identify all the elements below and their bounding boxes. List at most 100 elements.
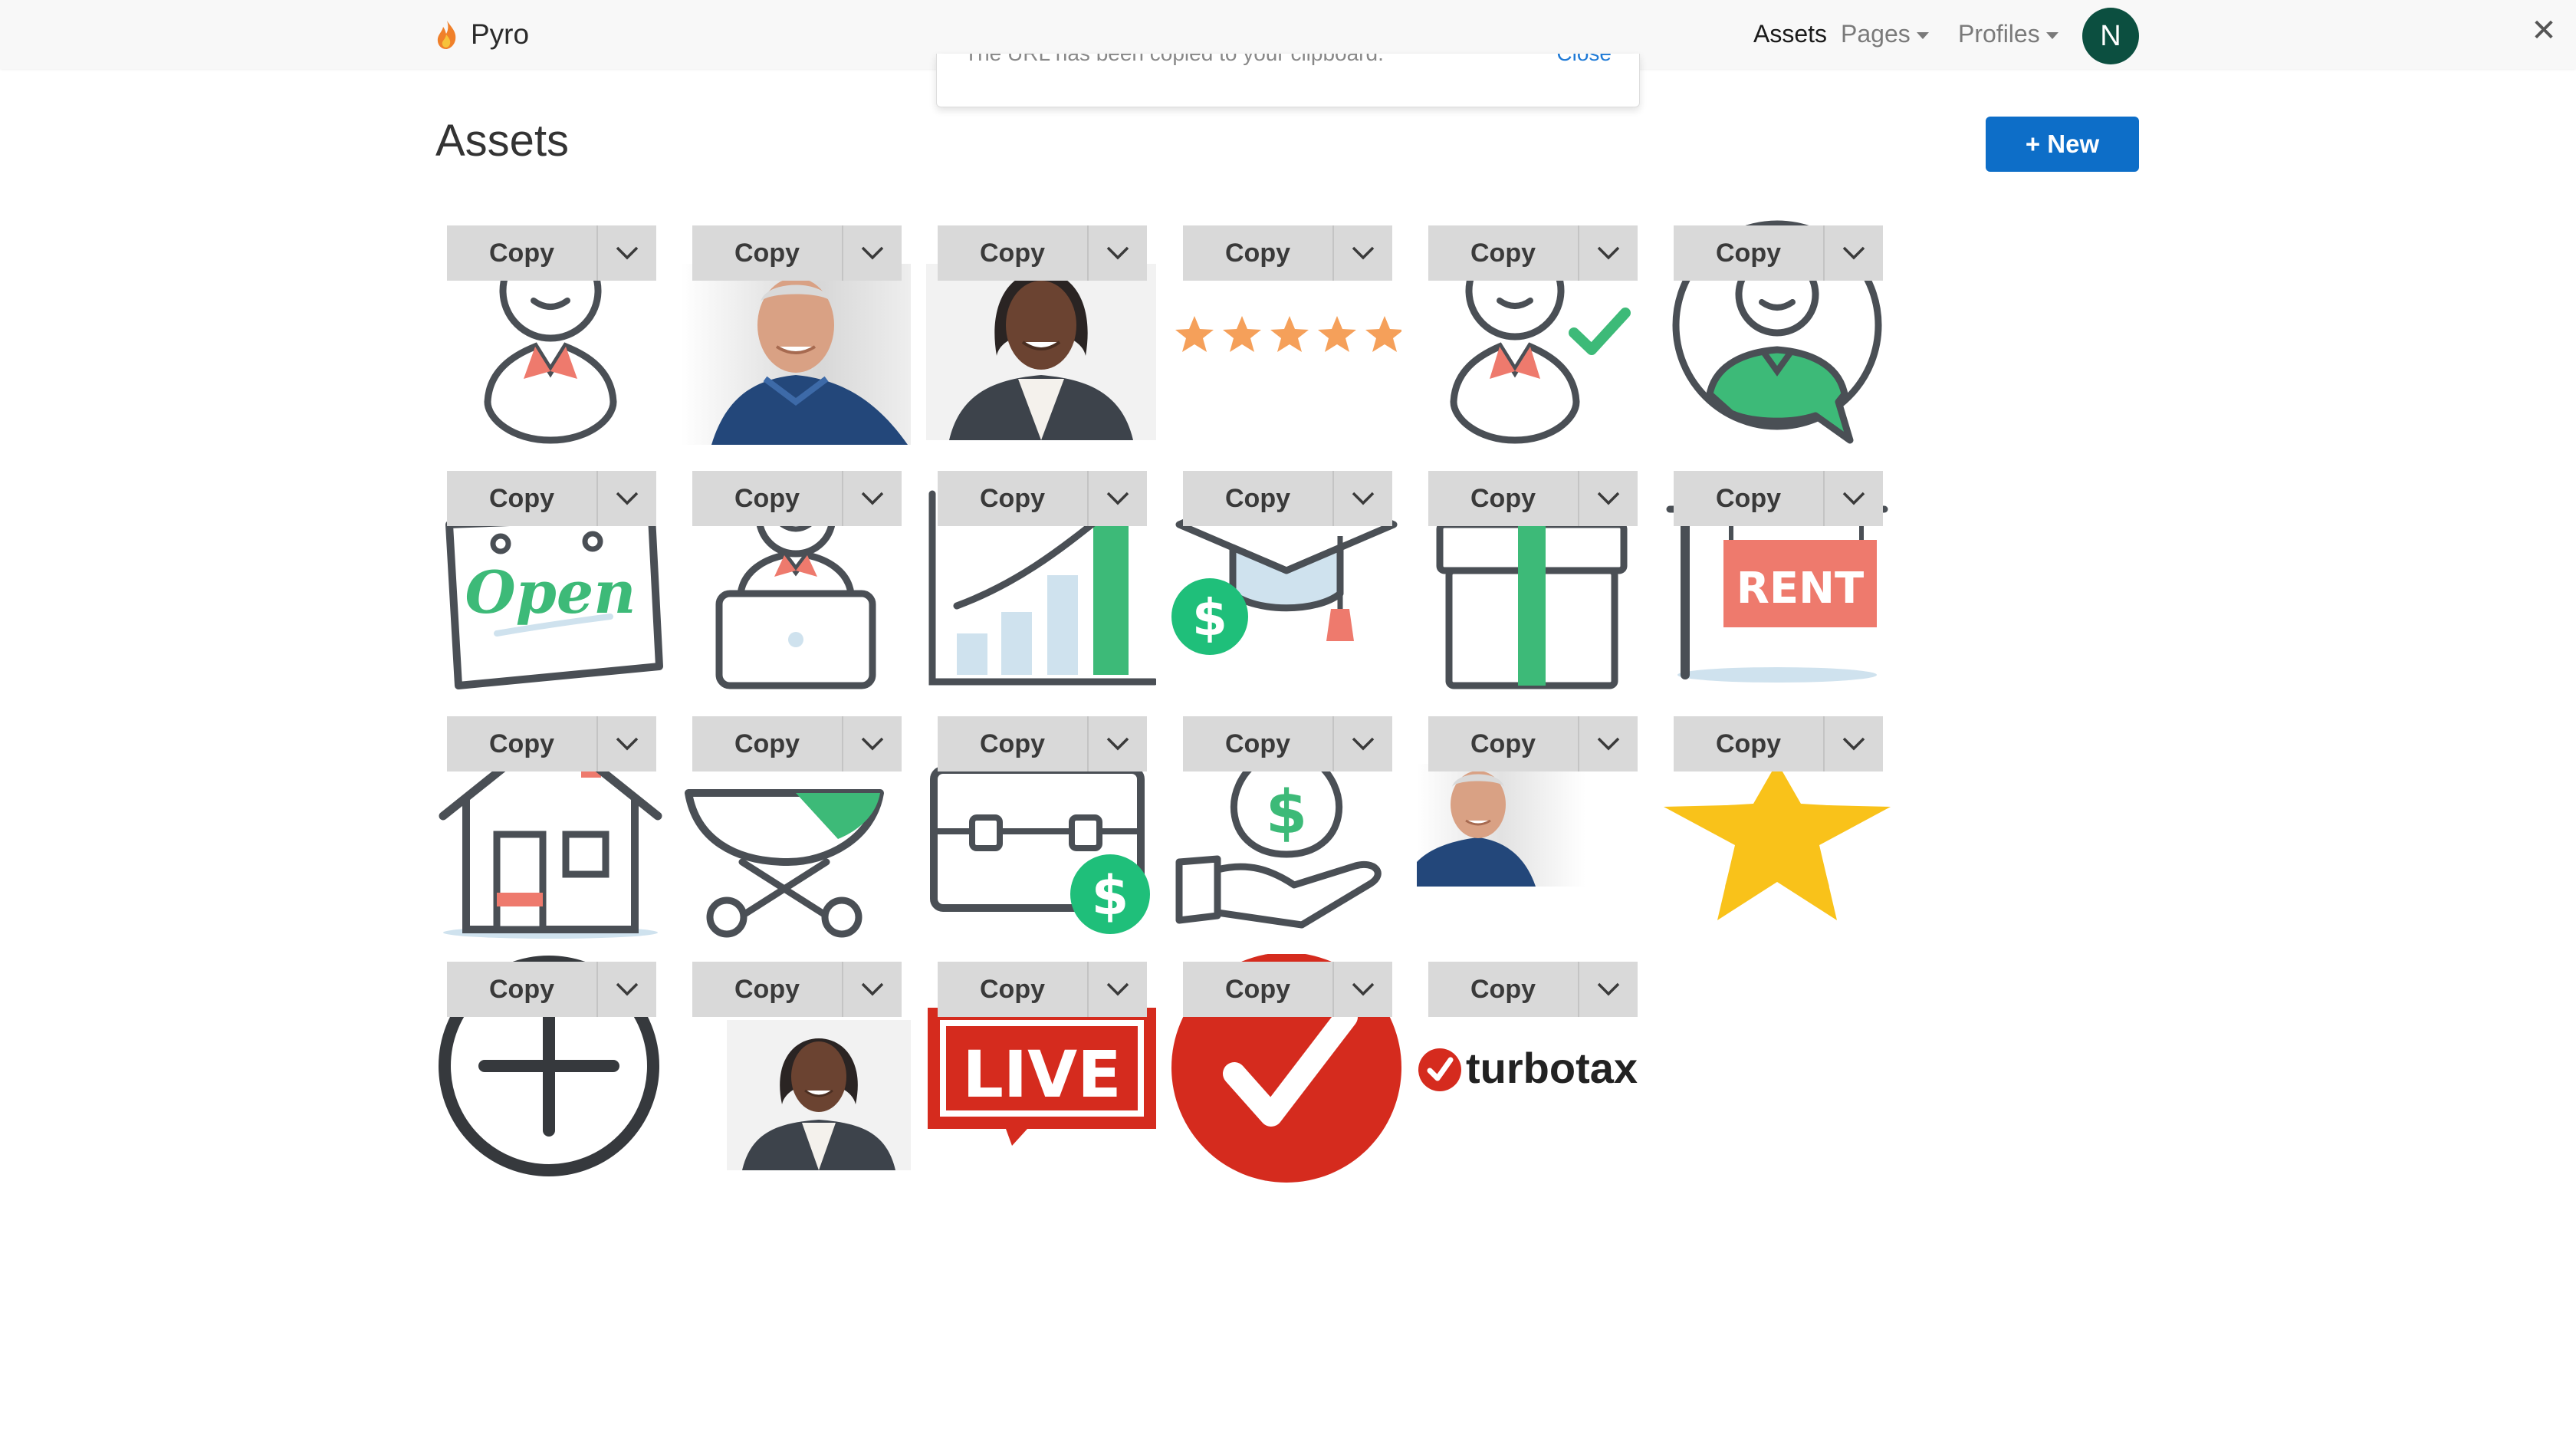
asset-tile[interactable]: Copy [435, 218, 665, 448]
brand-name: Pyro [471, 18, 530, 50]
copy-button[interactable]: Copy [1674, 716, 1825, 771]
asset-tile[interactable]: Copy [926, 463, 1156, 693]
nav-dropdown-pages[interactable]: Pages [1841, 17, 1929, 51]
asset-tile[interactable]: Open Copy [435, 463, 665, 693]
copy-button[interactable]: Copy [1428, 471, 1579, 526]
copy-button[interactable]: Copy [938, 471, 1089, 526]
svg-text:RENT: RENT [1737, 564, 1864, 614]
copy-button[interactable]: Copy [1428, 962, 1579, 1017]
dropdown-toggle[interactable] [1579, 225, 1638, 281]
asset-tile[interactable]: Copy [1662, 218, 1892, 448]
copy-button[interactable]: Copy [447, 716, 598, 771]
copy-button-group: Copy [1183, 716, 1392, 771]
copy-button[interactable]: Copy [938, 962, 1089, 1017]
svg-text:$: $ [1266, 778, 1307, 847]
dropdown-toggle[interactable] [1089, 962, 1147, 1017]
copy-button[interactable]: Copy [1183, 471, 1334, 526]
dropdown-toggle[interactable] [1334, 962, 1392, 1017]
chevron-down-icon [1597, 737, 1620, 751]
asset-tile[interactable]: Copy [681, 463, 911, 693]
asset-tile[interactable]: $ Copy [926, 709, 1156, 939]
asset-tile[interactable]: Copy [1417, 218, 1647, 448]
copy-button[interactable]: Copy [692, 716, 843, 771]
copy-button[interactable]: Copy [1183, 225, 1334, 281]
toast-message: The URL has been copied to your clipboar… [964, 54, 1384, 64]
copy-button[interactable]: Copy [938, 225, 1089, 281]
chevron-down-icon [1352, 737, 1375, 751]
dropdown-toggle[interactable] [1825, 225, 1883, 281]
asset-tile[interactable]: RENT Copy [1662, 463, 1892, 693]
asset-tile[interactable]: LIVE Copy [926, 954, 1156, 1184]
asset-tile[interactable]: Copy [681, 954, 911, 1184]
copy-button-group: Copy [1674, 716, 1883, 771]
close-icon[interactable]: ✕ [2530, 15, 2558, 46]
asset-tile[interactable]: Copy [1171, 954, 1401, 1184]
dropdown-toggle[interactable] [1334, 716, 1392, 771]
copy-button-group: Copy [447, 962, 656, 1017]
asset-tile[interactable]: Copy [1417, 463, 1647, 693]
copy-button-group: Copy [447, 716, 656, 771]
dropdown-toggle[interactable] [1579, 716, 1638, 771]
caret-down-icon [2045, 32, 2058, 40]
asset-tile[interactable]: Copy [926, 218, 1156, 448]
dropdown-toggle[interactable] [1825, 471, 1883, 526]
chevron-down-icon [616, 982, 639, 996]
copy-button[interactable]: Copy [447, 471, 598, 526]
copy-button[interactable]: Copy [1674, 471, 1825, 526]
copy-button[interactable]: Copy [938, 716, 1089, 771]
copy-button[interactable]: Copy [692, 962, 843, 1017]
copy-button[interactable]: Copy [692, 471, 843, 526]
asset-tile[interactable]: Copy [1662, 709, 1892, 939]
copy-button-group: Copy [1183, 225, 1392, 281]
copy-button-group: Copy [447, 225, 656, 281]
asset-tile[interactable]: $ Copy [1171, 709, 1401, 939]
copy-button[interactable]: Copy [447, 962, 598, 1017]
user-avatar[interactable]: N [2082, 8, 2139, 64]
copy-button-group: Copy [692, 962, 902, 1017]
asset-tile[interactable]: Copy [1417, 709, 1647, 939]
dropdown-toggle[interactable] [843, 716, 902, 771]
copy-button[interactable]: Copy [1674, 225, 1825, 281]
dropdown-toggle[interactable] [1579, 962, 1638, 1017]
copy-button[interactable]: Copy [447, 225, 598, 281]
copy-button[interactable]: Copy [1428, 225, 1579, 281]
dropdown-toggle[interactable] [1579, 471, 1638, 526]
dropdown-toggle[interactable] [598, 225, 656, 281]
dropdown-toggle[interactable] [598, 471, 656, 526]
copy-button-group: Copy [1428, 471, 1638, 526]
brand-link[interactable]: Pyro [435, 15, 529, 54]
new-asset-button[interactable]: + New [1986, 117, 2139, 172]
flame-icon [437, 21, 456, 49]
dropdown-toggle[interactable] [598, 962, 656, 1017]
dropdown-toggle[interactable] [1089, 716, 1147, 771]
copy-button[interactable]: Copy [692, 225, 843, 281]
dropdown-toggle[interactable] [1089, 225, 1147, 281]
chevron-down-icon [1106, 737, 1129, 751]
asset-tile[interactable]: $ Copy [1171, 463, 1401, 693]
dropdown-toggle[interactable] [598, 716, 656, 771]
dropdown-toggle[interactable] [843, 471, 902, 526]
asset-tile[interactable]: turbotax Copy [1417, 954, 1647, 1184]
nav-dropdown-profiles[interactable]: Profiles [1958, 17, 2058, 51]
toast-close-button[interactable]: Close [1556, 54, 1612, 64]
copy-button-group: Copy [1428, 962, 1638, 1017]
asset-tile[interactable]: Copy [681, 709, 911, 939]
copy-button[interactable]: Copy [1183, 716, 1334, 771]
asset-tile[interactable]: Copy [681, 218, 911, 448]
asset-tile[interactable]: Copy [435, 709, 665, 939]
dropdown-toggle[interactable] [1334, 471, 1392, 526]
copy-button-group: Copy [692, 716, 902, 771]
dropdown-toggle[interactable] [1825, 716, 1883, 771]
dropdown-toggle[interactable] [1089, 471, 1147, 526]
svg-text:$: $ [1192, 588, 1227, 647]
dropdown-toggle[interactable] [843, 225, 902, 281]
copy-button-group: Copy [938, 225, 1147, 281]
svg-text:$: $ [1092, 864, 1129, 927]
dropdown-toggle[interactable] [1334, 225, 1392, 281]
nav-link-assets[interactable]: Assets [1753, 17, 1827, 51]
asset-tile[interactable]: Copy [1171, 218, 1401, 448]
copy-button[interactable]: Copy [1183, 962, 1334, 1017]
dropdown-toggle[interactable] [843, 962, 902, 1017]
copy-button[interactable]: Copy [1428, 716, 1579, 771]
asset-tile[interactable]: Copy [435, 954, 665, 1184]
